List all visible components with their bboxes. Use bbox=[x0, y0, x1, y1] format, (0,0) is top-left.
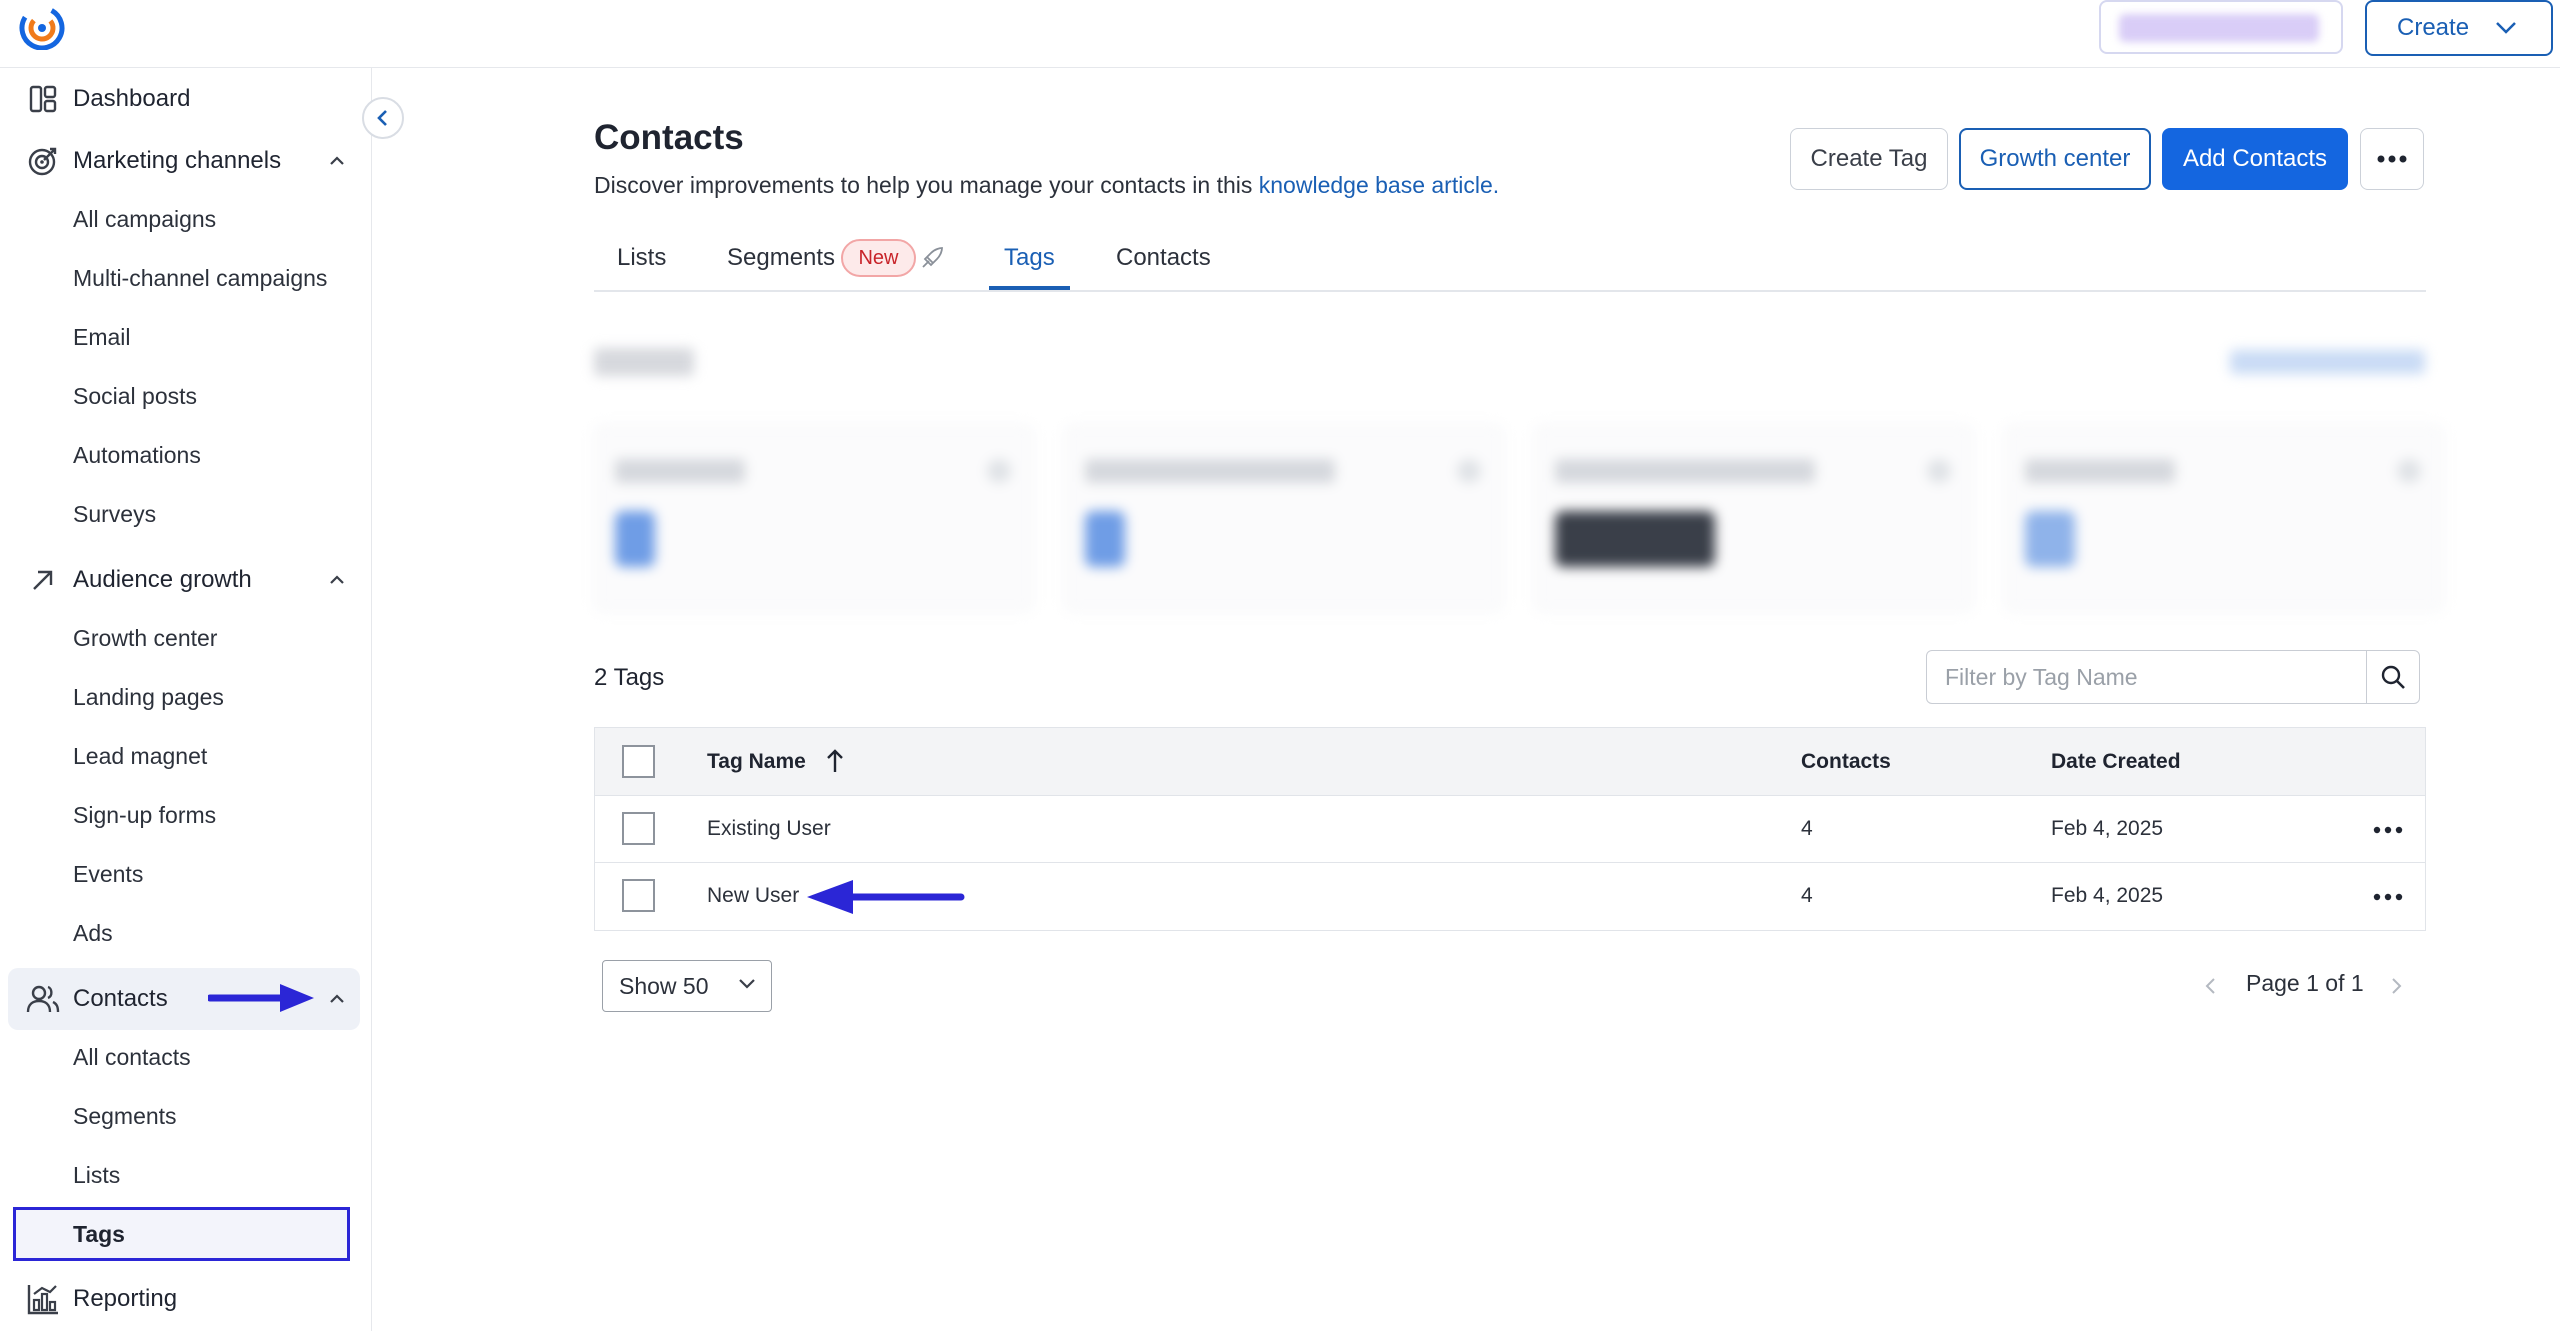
page-size-label: Show 50 bbox=[619, 972, 709, 999]
table-row[interactable]: Existing User 4 Feb 4, 2025 bbox=[595, 796, 2425, 863]
insight-card bbox=[594, 424, 1034, 612]
tag-contacts-count: 4 bbox=[1801, 884, 1813, 907]
sidebar-item-marketing-channels[interactable]: Marketing channels bbox=[0, 132, 372, 190]
insight-card bbox=[2004, 424, 2444, 612]
more-actions-button[interactable] bbox=[2360, 128, 2424, 190]
insights-link-placeholder bbox=[2230, 350, 2425, 374]
sidebar-item-tags[interactable]: Tags bbox=[73, 1221, 125, 1248]
create-button-label: Create bbox=[2397, 14, 2470, 41]
sort-ascending-icon[interactable] bbox=[825, 748, 845, 774]
sidebar-item-lists[interactable]: Lists bbox=[73, 1162, 120, 1189]
collapse-sidebar-button[interactable] bbox=[362, 97, 404, 139]
sidebar-item-all-contacts[interactable]: All contacts bbox=[73, 1044, 191, 1071]
contacts-tabs: Lists Segments New Tags Contacts bbox=[594, 234, 2426, 292]
chevron-up-icon bbox=[330, 994, 344, 1003]
select-all-checkbox[interactable] bbox=[622, 745, 655, 778]
tab-segments[interactable]: Segments bbox=[727, 244, 835, 272]
tags-table: Tag Name Contacts Date Created Existing … bbox=[594, 727, 2426, 931]
tag-name[interactable]: Existing User bbox=[707, 817, 831, 841]
chevron-down-icon bbox=[2496, 22, 2516, 34]
page-description: Discover improvements to help you manage… bbox=[594, 172, 1499, 199]
sidebar-item-events[interactable]: Events bbox=[73, 861, 143, 888]
more-horizontal-icon bbox=[2377, 155, 2407, 163]
sidebar-item-surveys[interactable]: Surveys bbox=[73, 501, 156, 528]
tags-count: 2 Tags bbox=[594, 664, 665, 691]
annotation-arrow-left-icon bbox=[807, 880, 965, 914]
search-icon bbox=[2381, 665, 2405, 689]
page-indicator: Page 1 of 1 bbox=[2246, 970, 2364, 996]
users-icon bbox=[26, 985, 60, 1013]
sidebar-item-lead-magnet[interactable]: Lead magnet bbox=[73, 743, 207, 770]
chevron-up-icon bbox=[330, 156, 344, 165]
sidebar-item-landing-pages[interactable]: Landing pages bbox=[73, 684, 224, 711]
row-more-icon[interactable] bbox=[2373, 826, 2403, 834]
sidebar-item-growth-center[interactable]: Growth center bbox=[73, 625, 217, 652]
row-more-icon[interactable] bbox=[2373, 893, 2403, 901]
previous-page-icon[interactable] bbox=[2203, 976, 2219, 996]
annotation-arrow-right-icon bbox=[208, 984, 314, 1012]
constant-contact-logo[interactable] bbox=[18, 2, 66, 50]
sidebar-item-email[interactable]: Email bbox=[73, 324, 131, 351]
search-button[interactable] bbox=[2366, 650, 2420, 704]
sidebar-item-label: Contacts bbox=[73, 985, 168, 1012]
tag-date-created: Feb 4, 2025 bbox=[2051, 884, 2164, 907]
chevron-down-icon bbox=[739, 979, 755, 989]
growth-center-button[interactable]: Growth center bbox=[1959, 128, 2151, 190]
tab-tags[interactable]: Tags bbox=[1004, 244, 1055, 272]
tag-date-created: Feb 4, 2025 bbox=[2051, 817, 2164, 840]
chevron-left-icon bbox=[377, 110, 387, 126]
sidebar-item-multi-channel-campaigns[interactable]: Multi-channel campaigns bbox=[73, 265, 327, 292]
sidebar-item-sign-up-forms[interactable]: Sign-up forms bbox=[73, 802, 216, 829]
page-size-select[interactable]: Show 50 bbox=[602, 960, 772, 1012]
bar-chart-icon bbox=[27, 1285, 58, 1315]
create-menu-button[interactable]: Create bbox=[2365, 0, 2553, 56]
tab-contacts[interactable]: Contacts bbox=[1116, 244, 1211, 272]
column-header-tag-name[interactable]: Tag Name bbox=[707, 750, 806, 774]
page-title: Contacts bbox=[594, 118, 744, 157]
row-checkbox[interactable] bbox=[622, 812, 655, 845]
top-bar: Create bbox=[0, 0, 2560, 68]
insight-card bbox=[1534, 424, 1974, 612]
insight-card bbox=[1064, 424, 1504, 612]
table-header: Tag Name Contacts Date Created bbox=[595, 728, 2425, 796]
new-badge: New bbox=[841, 239, 916, 277]
sidebar-item-audience-growth[interactable]: Audience growth bbox=[0, 551, 372, 609]
sidebar-item-all-campaigns[interactable]: All campaigns bbox=[73, 206, 216, 233]
sidebar-item-social-posts[interactable]: Social posts bbox=[73, 383, 197, 410]
target-icon bbox=[28, 147, 57, 176]
column-header-date-created: Date Created bbox=[2051, 750, 2181, 773]
sidebar-item-label: Marketing channels bbox=[73, 147, 282, 174]
sidebar-tags-highlight-box bbox=[13, 1207, 350, 1261]
add-contacts-button[interactable]: Add Contacts bbox=[2162, 128, 2348, 190]
chevron-up-icon bbox=[330, 575, 344, 584]
sparkle-rocket-icon bbox=[922, 247, 943, 268]
upgrade-button[interactable] bbox=[2099, 0, 2343, 54]
row-checkbox[interactable] bbox=[622, 879, 655, 912]
filter-tag-name-input[interactable] bbox=[1926, 650, 2368, 704]
sidebar-item-reporting[interactable]: Reporting bbox=[0, 1270, 372, 1328]
create-tag-button[interactable]: Create Tag bbox=[1790, 128, 1948, 190]
sidebar-item-label: Dashboard bbox=[73, 85, 191, 112]
sidebar-item-contacts[interactable]: Contacts bbox=[0, 970, 372, 1028]
active-tab-underline bbox=[989, 286, 1070, 290]
sidebar: Dashboard Marketing channels All campaig… bbox=[0, 68, 372, 1331]
dashboard-icon bbox=[29, 85, 57, 113]
insights-title-placeholder bbox=[594, 348, 694, 376]
sidebar-item-label: Audience growth bbox=[73, 566, 252, 593]
tag-name[interactable]: New User bbox=[707, 884, 799, 908]
table-row[interactable]: New User 4 Feb 4, 2025 bbox=[595, 863, 2425, 930]
sidebar-item-segments[interactable]: Segments bbox=[73, 1103, 177, 1130]
sidebar-item-automations[interactable]: Automations bbox=[73, 442, 201, 469]
sidebar-item-ads[interactable]: Ads bbox=[73, 920, 113, 947]
tag-contacts-count: 4 bbox=[1801, 817, 1813, 840]
knowledge-base-link[interactable]: knowledge base article. bbox=[1259, 172, 1499, 198]
column-header-contacts: Contacts bbox=[1801, 750, 1891, 773]
sidebar-item-label: Reporting bbox=[73, 1285, 178, 1312]
page-description-text: Discover improvements to help you manage… bbox=[594, 172, 1259, 198]
next-page-icon[interactable] bbox=[2388, 976, 2404, 996]
arrow-up-right-icon bbox=[33, 570, 53, 590]
sidebar-item-dashboard[interactable]: Dashboard bbox=[0, 70, 372, 128]
tab-lists[interactable]: Lists bbox=[617, 244, 666, 272]
